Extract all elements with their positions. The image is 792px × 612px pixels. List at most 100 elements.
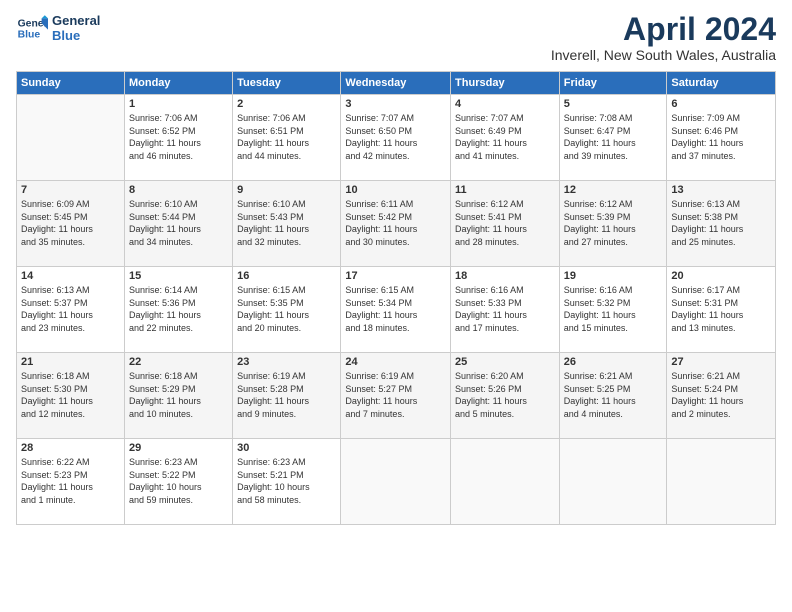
day-number: 2 (237, 98, 336, 110)
calendar-day-header: Thursday (451, 72, 560, 95)
calendar-day-header: Monday (124, 72, 232, 95)
day-number: 5 (564, 98, 663, 110)
calendar-week-row: 7 Sunrise: 6:09 AM Sunset: 5:45 PM Daylig… (17, 181, 776, 267)
day-number: 23 (237, 356, 336, 368)
calendar-cell: 29 Sunrise: 6:23 AM Sunset: 5:22 PM Dayli… (124, 439, 232, 525)
day-number: 6 (671, 98, 771, 110)
day-number: 18 (455, 270, 555, 282)
day-number: 27 (671, 356, 771, 368)
main-title: April 2024 (551, 12, 776, 47)
day-info: Sunrise: 6:17 AM Sunset: 5:31 PM Dayligh… (671, 284, 771, 334)
calendar-cell (559, 439, 667, 525)
day-number: 20 (671, 270, 771, 282)
day-number: 26 (564, 356, 663, 368)
subtitle: Inverell, New South Wales, Australia (551, 47, 776, 63)
day-info: Sunrise: 6:09 AM Sunset: 5:45 PM Dayligh… (21, 198, 120, 248)
day-info: Sunrise: 6:21 AM Sunset: 5:25 PM Dayligh… (564, 370, 663, 420)
day-number: 13 (671, 184, 771, 196)
calendar-day-header: Saturday (667, 72, 776, 95)
day-info: Sunrise: 6:15 AM Sunset: 5:34 PM Dayligh… (345, 284, 446, 334)
calendar-cell: 1Sunrise: 7:06 AM Sunset: 6:52 PM Daylig… (124, 95, 232, 181)
day-number: 12 (564, 184, 663, 196)
calendar-cell (17, 95, 125, 181)
day-info: Sunrise: 6:16 AM Sunset: 5:33 PM Dayligh… (455, 284, 555, 334)
calendar-cell: 26 Sunrise: 6:21 AM Sunset: 5:25 PM Dayli… (559, 353, 667, 439)
calendar-cell: 19Sunrise: 6:16 AM Sunset: 5:32 PM Dayli… (559, 267, 667, 353)
calendar-cell: 5 Sunrise: 7:08 AM Sunset: 6:47 PM Daylig… (559, 95, 667, 181)
day-number: 4 (455, 98, 555, 110)
calendar-header-row: SundayMondayTuesdayWednesdayThursdayFrid… (17, 72, 776, 95)
day-info: Sunrise: 6:23 AM Sunset: 5:21 PM Dayligh… (237, 456, 336, 506)
day-number: 11 (455, 184, 555, 196)
logo: General Blue General Blue (16, 12, 100, 44)
calendar-cell: 15 Sunrise: 6:14 AM Sunset: 5:36 PM Dayli… (124, 267, 232, 353)
calendar-cell: 14 Sunrise: 6:13 AM Sunset: 5:37 PM Dayli… (17, 267, 125, 353)
day-number: 3 (345, 98, 446, 110)
calendar-cell: 12Sunrise: 6:12 AM Sunset: 5:39 PM Dayli… (559, 181, 667, 267)
day-number: 25 (455, 356, 555, 368)
calendar-cell: 4Sunrise: 7:07 AM Sunset: 6:49 PM Daylig… (451, 95, 560, 181)
day-info: Sunrise: 7:06 AM Sunset: 6:51 PM Dayligh… (237, 112, 336, 162)
day-number: 16 (237, 270, 336, 282)
calendar-day-header: Sunday (17, 72, 125, 95)
day-info: Sunrise: 6:20 AM Sunset: 5:26 PM Dayligh… (455, 370, 555, 420)
calendar-cell: 22 Sunrise: 6:18 AM Sunset: 5:29 PM Dayli… (124, 353, 232, 439)
day-number: 30 (237, 442, 336, 454)
calendar-cell: 13 Sunrise: 6:13 AM Sunset: 5:38 PM Dayli… (667, 181, 776, 267)
day-number: 8 (129, 184, 228, 196)
calendar-day-header: Wednesday (341, 72, 451, 95)
day-info: Sunrise: 7:08 AM Sunset: 6:47 PM Dayligh… (564, 112, 663, 162)
calendar-week-row: 28 Sunrise: 6:22 AM Sunset: 5:23 PM Dayli… (17, 439, 776, 525)
calendar-cell: 9 Sunrise: 6:10 AM Sunset: 5:43 PM Daylig… (233, 181, 341, 267)
day-info: Sunrise: 6:18 AM Sunset: 5:30 PM Dayligh… (21, 370, 120, 420)
day-number: 28 (21, 442, 120, 454)
day-info: Sunrise: 6:15 AM Sunset: 5:35 PM Dayligh… (237, 284, 336, 334)
day-number: 21 (21, 356, 120, 368)
calendar-cell (667, 439, 776, 525)
day-info: Sunrise: 6:19 AM Sunset: 5:28 PM Dayligh… (237, 370, 336, 420)
logo-icon: General Blue (16, 12, 48, 44)
calendar-cell: 2 Sunrise: 7:06 AM Sunset: 6:51 PM Daylig… (233, 95, 341, 181)
title-block: April 2024 Inverell, New South Wales, Au… (551, 12, 776, 63)
calendar-day-header: Tuesday (233, 72, 341, 95)
day-info: Sunrise: 6:16 AM Sunset: 5:32 PM Dayligh… (564, 284, 663, 334)
calendar-cell: 20 Sunrise: 6:17 AM Sunset: 5:31 PM Dayli… (667, 267, 776, 353)
calendar-cell: 3 Sunrise: 7:07 AM Sunset: 6:50 PM Daylig… (341, 95, 451, 181)
calendar-cell: 24 Sunrise: 6:19 AM Sunset: 5:27 PM Dayli… (341, 353, 451, 439)
day-number: 9 (237, 184, 336, 196)
day-info: Sunrise: 6:13 AM Sunset: 5:37 PM Dayligh… (21, 284, 120, 334)
page-container: General Blue General Blue April 2024 Inv… (0, 0, 792, 533)
day-number: 24 (345, 356, 446, 368)
calendar-cell: 10Sunrise: 6:11 AM Sunset: 5:42 PM Dayli… (341, 181, 451, 267)
day-info: Sunrise: 6:18 AM Sunset: 5:29 PM Dayligh… (129, 370, 228, 420)
day-number: 29 (129, 442, 228, 454)
day-number: 1 (129, 98, 228, 110)
day-info: Sunrise: 6:19 AM Sunset: 5:27 PM Dayligh… (345, 370, 446, 420)
day-info: Sunrise: 6:22 AM Sunset: 5:23 PM Dayligh… (21, 456, 120, 506)
calendar-week-row: 21 Sunrise: 6:18 AM Sunset: 5:30 PM Dayli… (17, 353, 776, 439)
calendar-cell: 6Sunrise: 7:09 AM Sunset: 6:46 PM Daylig… (667, 95, 776, 181)
day-info: Sunrise: 6:14 AM Sunset: 5:36 PM Dayligh… (129, 284, 228, 334)
day-number: 7 (21, 184, 120, 196)
header: General Blue General Blue April 2024 Inv… (16, 12, 776, 63)
calendar-cell (341, 439, 451, 525)
calendar-cell: 30 Sunrise: 6:23 AM Sunset: 5:21 PM Dayli… (233, 439, 341, 525)
day-number: 15 (129, 270, 228, 282)
day-info: Sunrise: 6:10 AM Sunset: 5:43 PM Dayligh… (237, 198, 336, 248)
day-number: 17 (345, 270, 446, 282)
day-info: Sunrise: 6:12 AM Sunset: 5:41 PM Dayligh… (455, 198, 555, 248)
day-info: Sunrise: 6:10 AM Sunset: 5:44 PM Dayligh… (129, 198, 228, 248)
day-info: Sunrise: 6:23 AM Sunset: 5:22 PM Dayligh… (129, 456, 228, 506)
calendar-table: SundayMondayTuesdayWednesdayThursdayFrid… (16, 71, 776, 525)
calendar-day-header: Friday (559, 72, 667, 95)
calendar-week-row: 14 Sunrise: 6:13 AM Sunset: 5:37 PM Dayli… (17, 267, 776, 353)
day-number: 14 (21, 270, 120, 282)
calendar-cell (451, 439, 560, 525)
calendar-week-row: 1Sunrise: 7:06 AM Sunset: 6:52 PM Daylig… (17, 95, 776, 181)
day-info: Sunrise: 7:07 AM Sunset: 6:50 PM Dayligh… (345, 112, 446, 162)
calendar-cell: 23 Sunrise: 6:19 AM Sunset: 5:28 PM Dayli… (233, 353, 341, 439)
calendar-cell: 17 Sunrise: 6:15 AM Sunset: 5:34 PM Dayli… (341, 267, 451, 353)
logo-text: General Blue (52, 13, 100, 43)
day-info: Sunrise: 6:13 AM Sunset: 5:38 PM Dayligh… (671, 198, 771, 248)
day-number: 22 (129, 356, 228, 368)
